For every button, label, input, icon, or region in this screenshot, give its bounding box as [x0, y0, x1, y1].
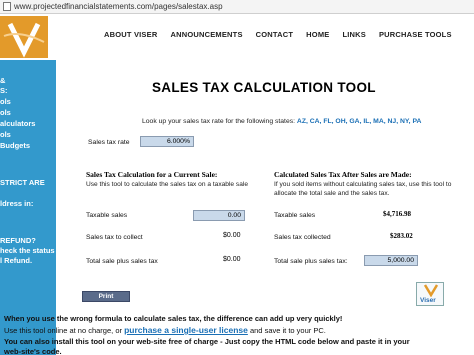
- state-links[interactable]: AZ, CA, FL, OH, GA, IL, MA, NJ, NY, PA: [297, 118, 422, 125]
- sidebar-link[interactable]: Budgets: [0, 141, 30, 150]
- after-sales-description: If you sold items without calculating sa…: [274, 181, 452, 197]
- nav-announcements[interactable]: ANNOUNCEMENTS: [170, 30, 242, 39]
- sales-tax-rate-input[interactable]: 6.000%: [140, 136, 194, 147]
- badge-text: Viser: [420, 297, 436, 304]
- tax-to-collect-label: Sales tax to collect: [86, 234, 143, 241]
- purchase-license-link[interactable]: purchase a single-user license: [124, 325, 248, 335]
- tax-to-collect-value: $0.00: [223, 232, 241, 239]
- page-title: SALES TAX CALCULATION TOOL: [152, 80, 376, 95]
- nav-contact[interactable]: CONTACT: [256, 30, 294, 39]
- left-sidebar: & S: ols ols alculators ols Budgets STRI…: [0, 60, 56, 355]
- allocated-taxable-value: $4,716.98: [383, 210, 411, 218]
- badge-v-icon: [423, 284, 439, 298]
- tax-collected-value: $283.02: [390, 232, 413, 240]
- sidebar-link[interactable]: ols: [0, 97, 11, 106]
- nav-links[interactable]: LINKS: [342, 30, 366, 39]
- total-sale-plus-tax-input[interactable]: 5,000.00: [364, 255, 418, 266]
- nav-about-viser[interactable]: ABOUT VISER: [104, 30, 157, 39]
- current-sale-heading: Sales Tax Calculation for a Current Sale…: [86, 170, 218, 179]
- footer-text-a: Use this tool online at no charge, or: [4, 326, 122, 335]
- allocated-taxable-label: Taxable sales: [274, 212, 316, 219]
- lookup-line: Look up your sales tax rate for the foll…: [142, 118, 421, 125]
- sidebar-link[interactable]: ols: [0, 130, 11, 139]
- top-nav: ABOUT VISER ANNOUNCEMENTS CONTACT HOME L…: [104, 30, 465, 39]
- sidebar-link[interactable]: ols: [0, 108, 11, 117]
- current-sale-description: Use this tool to calculate the sales tax…: [86, 181, 249, 188]
- sidebar-heading: STRICT ARE: [0, 178, 45, 187]
- sidebar-label: ldress in:: [0, 199, 34, 208]
- footer-purchase-line: Use this tool online at no charge, or pu…: [4, 325, 326, 335]
- sales-tax-rate-label: Sales tax rate: [88, 139, 130, 146]
- sidebar-heading: REFUND?: [0, 236, 36, 245]
- after-sales-heading: Calculated Sales Tax After Sales are Mad…: [274, 170, 412, 179]
- sidebar-line: S:: [0, 86, 8, 95]
- footer-install-line: You can also install this tool on your w…: [4, 337, 410, 346]
- sidebar-link[interactable]: alculators: [0, 119, 35, 128]
- nav-home[interactable]: HOME: [306, 30, 329, 39]
- total-sale-value: $0.00: [223, 256, 241, 263]
- lookup-text: Look up your sales tax rate for the foll…: [142, 118, 296, 125]
- url-text[interactable]: www.projectedfinancialstatements.com/pag…: [14, 2, 223, 11]
- footer-warning: When you use the wrong formula to calcul…: [4, 314, 343, 323]
- logo-v-icon: [0, 16, 48, 58]
- main-content: SALES TAX CALCULATION TOOL Look up your …: [60, 60, 474, 355]
- browser-address-bar[interactable]: www.projectedfinancialstatements.com/pag…: [0, 0, 474, 14]
- sidebar-link[interactable]: l Refund.: [0, 256, 32, 265]
- print-button[interactable]: Print: [82, 291, 130, 302]
- nav-purchase-tools[interactable]: PURCHASE TOOLS: [379, 30, 452, 39]
- footer-install-line-2: web-site's code.: [4, 347, 62, 355]
- viser-logo[interactable]: [0, 16, 48, 58]
- site-header: ABOUT VISER ANNOUNCEMENTS CONTACT HOME L…: [0, 14, 474, 60]
- sidebar-line: &: [0, 76, 6, 85]
- total-sale-plus-tax-label: Total sale plus sales tax:: [274, 258, 348, 265]
- tax-collected-label: Sales tax collected: [274, 234, 331, 241]
- taxable-sales-input[interactable]: 0.00: [193, 210, 245, 221]
- sidebar-link[interactable]: heck the status: [0, 246, 55, 255]
- total-sale-label: Total sale plus sales tax: [86, 258, 158, 265]
- taxable-sales-label: Taxable sales: [86, 212, 128, 219]
- viser-badge[interactable]: Viser: [416, 282, 444, 306]
- footer-text-b: and save it to your PC.: [249, 326, 326, 335]
- page-icon: [3, 2, 11, 11]
